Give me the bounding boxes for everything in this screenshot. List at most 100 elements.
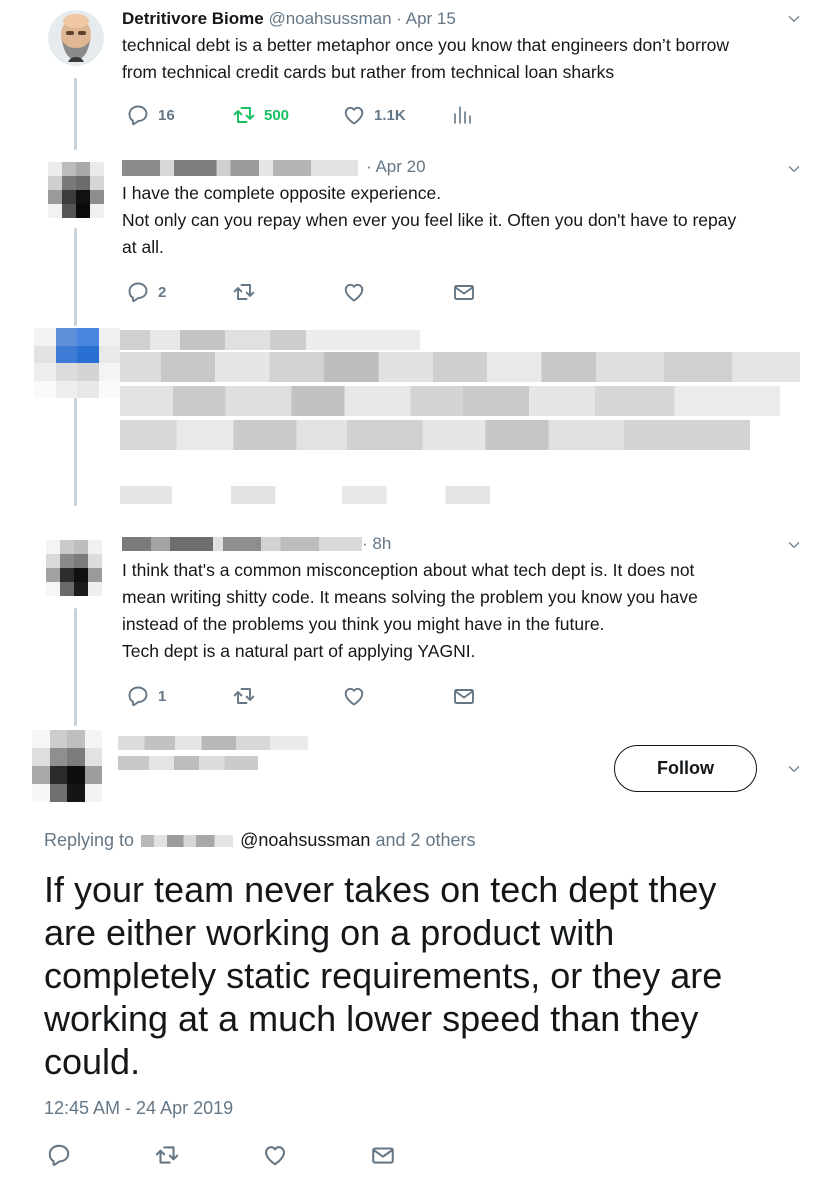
reply-icon <box>46 1142 72 1168</box>
replying-suffix[interactable]: and 2 others <box>375 830 475 850</box>
chevron-down-icon[interactable] <box>787 162 801 176</box>
reply-button[interactable]: 16 <box>126 103 175 127</box>
tweet-text-line: Not only can you repay when ever you fee… <box>122 210 737 230</box>
avatar-pixelated <box>32 730 102 802</box>
main-tweet-line: completely static requirements, or they … <box>44 955 723 996</box>
tweet-header: Detritivore Biome @noahsussman · Apr 15 <box>122 8 805 30</box>
like-icon <box>262 1142 288 1168</box>
mention-link[interactable]: @noahsussman <box>240 830 370 850</box>
tweet-header: · Apr 20 <box>122 156 805 178</box>
separator-dot: · <box>362 534 368 553</box>
retweet-icon <box>232 280 256 304</box>
reply-button[interactable] <box>46 1142 72 1168</box>
retweet-button[interactable] <box>232 280 256 304</box>
tweet-2[interactable]: · Apr 20 I have the complete opposite ex… <box>122 156 805 261</box>
tweet-timestamp[interactable]: 12:45 AM - 24 Apr 2019 <box>44 1098 233 1119</box>
tweet-text-line: I think that's a common misconception ab… <box>122 560 695 580</box>
main-tweet-actions <box>46 1142 406 1170</box>
tweet-date[interactable]: Apr 15 <box>406 9 456 28</box>
avatar-pixelated <box>46 540 102 596</box>
analytics-icon <box>450 103 474 127</box>
reply-button[interactable]: 2 <box>126 280 166 304</box>
thread-line <box>74 608 77 726</box>
author-name[interactable]: Detritivore Biome <box>122 9 264 28</box>
chevron-down-icon[interactable] <box>787 538 801 552</box>
reply-icon <box>126 684 150 708</box>
retweet-button[interactable] <box>154 1142 180 1168</box>
dm-icon <box>452 280 476 304</box>
like-button[interactable] <box>342 684 366 708</box>
tweet-1[interactable]: Detritivore Biome @noahsussman · Apr 15 … <box>122 8 805 86</box>
tweet-text-line: I have the complete opposite experience. <box>122 183 442 203</box>
reply-button[interactable]: 1 <box>126 684 166 708</box>
avatar-image <box>48 10 104 66</box>
tweet-text-line: Tech dept is a natural part of applying … <box>122 641 476 661</box>
thread-line <box>74 78 77 150</box>
tweet-text: I think that's a common misconception ab… <box>122 557 805 665</box>
tweet-header: · 8h <box>122 533 805 555</box>
retweet-icon <box>154 1142 180 1168</box>
main-tweet-line: If your team never takes on tech dept th… <box>44 869 717 910</box>
main-tweet-line: could. <box>44 1041 141 1082</box>
retweet-icon <box>232 684 256 708</box>
redacted-name <box>118 736 308 750</box>
dm-icon <box>370 1142 396 1168</box>
dm-button[interactable] <box>452 684 476 708</box>
avatar[interactable] <box>48 162 104 218</box>
follow-button[interactable]: Follow <box>614 745 757 792</box>
avatar[interactable] <box>46 540 102 596</box>
tweet-text-line: from technical credit cards but rather f… <box>122 62 615 82</box>
reply-count: 16 <box>158 106 175 124</box>
like-icon <box>342 280 366 304</box>
tweet-text: I have the complete opposite experience.… <box>122 180 805 261</box>
redacted-tweet-content <box>120 330 800 510</box>
dm-icon <box>452 684 476 708</box>
avatar[interactable] <box>32 730 102 802</box>
main-tweet-text: If your team never takes on tech dept th… <box>44 868 804 1083</box>
retweet-button[interactable]: 500 <box>232 103 289 127</box>
dm-button[interactable] <box>452 280 476 304</box>
reply-icon <box>126 280 150 304</box>
separator-dot: · <box>366 157 372 176</box>
tweet-actions: 1 <box>122 684 482 712</box>
tweet-actions: 16 500 1.1K <box>122 103 522 131</box>
redacted-handle <box>118 756 258 770</box>
redacted-mention[interactable] <box>141 835 234 848</box>
avatar <box>34 328 120 398</box>
avatar-pixelated <box>48 162 104 218</box>
retweet-button[interactable] <box>232 684 256 708</box>
retweet-icon <box>232 103 256 127</box>
avatar-pixelated <box>34 328 120 398</box>
tweet-date[interactable]: Apr 20 <box>375 157 425 176</box>
tweet-text-line: mean writing shitty code. It means solvi… <box>122 587 698 607</box>
tweet-text: technical debt is a better metaphor once… <box>122 32 805 86</box>
like-button[interactable] <box>262 1142 288 1168</box>
tweet-actions: 2 <box>122 280 482 308</box>
reply-count: 2 <box>158 283 167 301</box>
like-count: 1.1K <box>374 106 406 124</box>
like-button[interactable]: 1.1K <box>342 103 406 127</box>
main-tweet-line: working at a much lower speed than they <box>44 998 699 1039</box>
tweet-3[interactable]: · 8h I think that's a common misconcepti… <box>122 533 805 665</box>
chevron-down-icon[interactable] <box>787 12 801 26</box>
separator-dot: · <box>396 9 402 28</box>
retweet-count: 500 <box>264 106 290 124</box>
tweet-text-line: at all. <box>122 237 164 257</box>
tweet-text-line: instead of the problems you think you mi… <box>122 614 605 634</box>
analytics-button[interactable] <box>450 103 474 127</box>
avatar[interactable] <box>48 10 104 66</box>
thread-line <box>74 228 77 326</box>
main-tweet-line: are either working on a product with <box>44 912 615 953</box>
dm-button[interactable] <box>370 1142 396 1168</box>
reply-icon <box>126 103 150 127</box>
replying-to: Replying to @noahsussman and 2 others <box>44 830 476 851</box>
chevron-down-icon[interactable] <box>787 762 801 776</box>
tweet-date[interactable]: 8h <box>372 534 391 553</box>
like-button[interactable] <box>342 280 366 304</box>
like-icon <box>342 103 366 127</box>
tweet-text-line: technical debt is a better metaphor once… <box>122 35 730 55</box>
author-handle[interactable]: @noahsussman <box>268 9 391 28</box>
like-icon <box>342 684 366 708</box>
replying-prefix: Replying to <box>44 830 135 850</box>
reply-count: 1 <box>158 687 167 705</box>
